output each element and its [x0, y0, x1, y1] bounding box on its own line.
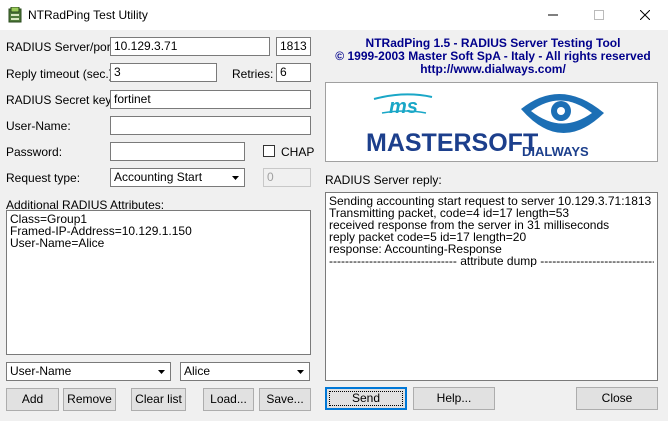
help-button[interactable]: Help... [413, 387, 495, 410]
minimize-button[interactable] [530, 0, 576, 30]
send-button[interactable]: Send [325, 387, 407, 410]
reply-label: RADIUS Server reply: [325, 173, 442, 187]
list-item[interactable]: User-Name=Alice [10, 237, 307, 249]
mastersoft-logo: ms MASTERSOFT [366, 93, 538, 157]
chap-checkbox[interactable] [263, 145, 275, 157]
maximize-icon [594, 10, 604, 20]
ms-logo-text: ms [389, 96, 418, 118]
server-input[interactable]: 10.129.3.71 [110, 37, 270, 56]
add-button[interactable]: Add [6, 388, 59, 411]
reply-output: Sending accounting start request to serv… [325, 192, 658, 381]
app-window: NTRadPing Test Utility RADIUS Server/por… [0, 0, 668, 421]
reply-line: -------------------------------- attribu… [329, 255, 654, 267]
timeout-input[interactable]: 3 [110, 63, 217, 82]
app-icon [8, 7, 22, 23]
secret-input[interactable]: fortinet [110, 90, 311, 109]
port-input[interactable]: 1813 [276, 37, 311, 56]
attribute-value-value: Alice [184, 364, 211, 378]
logo-panel: ms MASTERSOFT DIALWAYS [325, 82, 658, 162]
clear-list-button[interactable]: Clear list [131, 388, 186, 411]
request-type-value: Accounting Start [114, 170, 203, 184]
attribute-value-select[interactable]: Alice [180, 362, 310, 381]
reply-line: response: Accounting-Response [329, 242, 502, 256]
window-title: NTRadPing Test Utility [28, 8, 148, 22]
attribute-name-value: User-Name [10, 364, 72, 378]
close-icon [639, 9, 651, 21]
send-button-label: Send [351, 391, 381, 405]
chevron-down-icon[interactable] [154, 364, 169, 379]
minimize-icon [548, 14, 558, 16]
username-input[interactable] [110, 116, 311, 135]
timeout-label: Reply timeout (sec.): [6, 67, 117, 81]
request-type-select[interactable]: Accounting Start [110, 168, 245, 187]
title-bar: NTRadPing Test Utility [0, 0, 668, 30]
remove-button[interactable]: Remove [63, 388, 116, 411]
save-button[interactable]: Save... [259, 388, 311, 411]
chevron-down-icon[interactable] [228, 170, 243, 185]
load-button[interactable]: Load... [203, 388, 254, 411]
logo-graphic: ms MASTERSOFT DIALWAYS [366, 93, 604, 159]
retries-label: Retries: [232, 67, 274, 81]
maximize-button[interactable] [576, 0, 622, 30]
close-window-button[interactable] [622, 0, 668, 30]
chevron-down-icon[interactable] [293, 364, 308, 379]
close-button[interactable]: Close [576, 387, 658, 410]
password-label: Password: [6, 145, 63, 159]
attribute-name-select[interactable]: User-Name [6, 362, 171, 381]
request-type-label: Request type: [6, 171, 81, 185]
attributes-list[interactable]: Class=Group1 Framed-IP-Address=10.129.1.… [6, 210, 311, 355]
retries-input[interactable]: 6 [276, 63, 311, 82]
request-type-extra-input: 0 [263, 168, 311, 187]
dialways-logo: DIALWAYS [521, 93, 604, 159]
mastersoft-logo-text: MASTERSOFT [366, 129, 538, 157]
password-input[interactable] [110, 142, 245, 161]
secret-label: RADIUS Secret key: [6, 93, 115, 107]
header-url: http://www.dialways.com/ [420, 62, 566, 76]
server-port-label: RADIUS Server/port: [6, 40, 118, 54]
username-label: User-Name: [6, 119, 71, 133]
dialways-logo-text: DIALWAYS [522, 144, 589, 159]
chap-label: CHAP [281, 145, 315, 159]
